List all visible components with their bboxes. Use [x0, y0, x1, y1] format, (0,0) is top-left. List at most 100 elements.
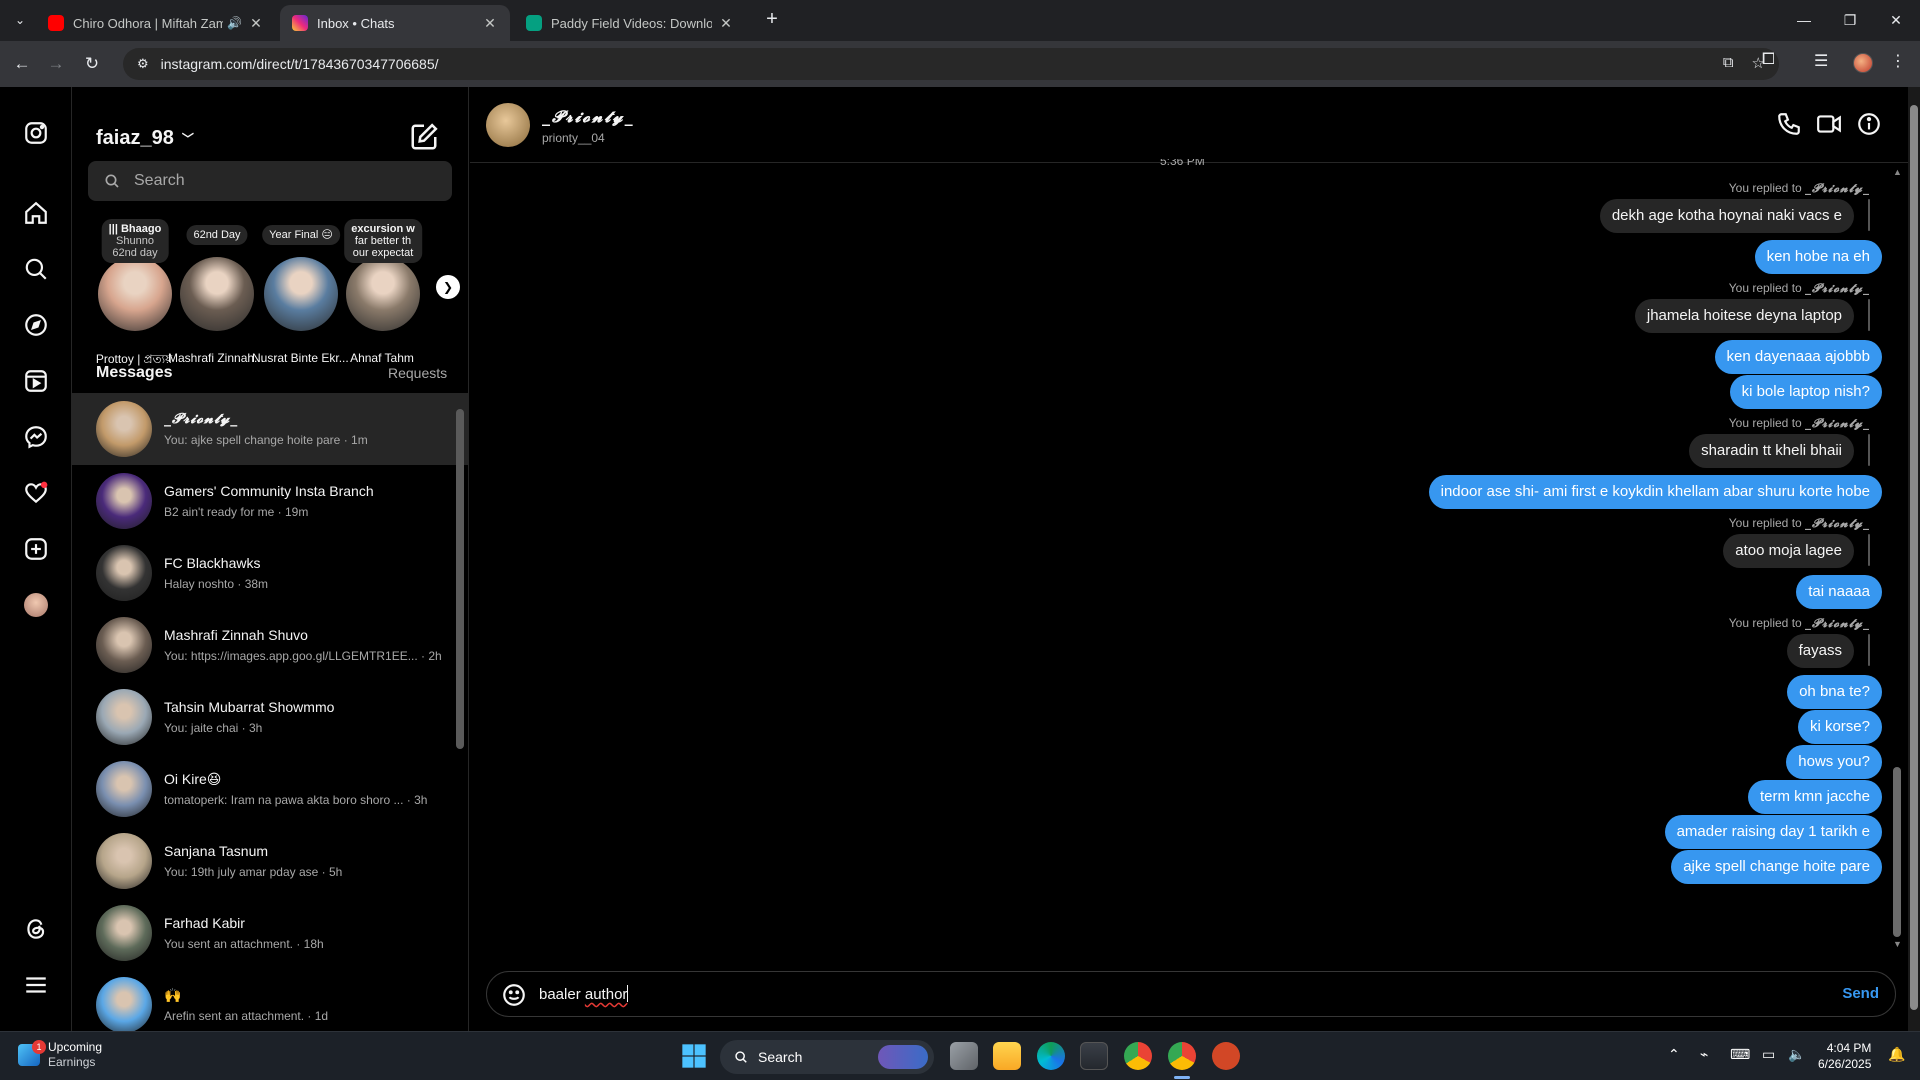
more-menu-icon[interactable] [20, 969, 52, 1001]
thread-row[interactable]: Farhad Kabir You sent an attachment. · 18… [72, 897, 468, 969]
search-input[interactable]: Search [88, 161, 452, 201]
threads-icon[interactable] [20, 913, 52, 945]
sent-message[interactable]: ajke spell change hoite pare [1671, 850, 1882, 884]
sent-message[interactable]: indoor ase shi- ami first e koykdin khel… [1428, 475, 1882, 509]
home-icon[interactable] [20, 197, 52, 229]
widgets-button[interactable]: 1 Upcoming Earnings [18, 1040, 102, 1070]
tab-instagram[interactable]: Inbox • Chats ✕ [280, 5, 510, 41]
chrome-profile-icon[interactable] [1168, 1042, 1196, 1070]
messenger-icon[interactable] [20, 421, 52, 453]
microsoft-store-icon[interactable] [1080, 1042, 1108, 1070]
scroll-up-icon[interactable]: ▲ [1893, 167, 1902, 177]
thread-row[interactable]: 🙌 Arefin sent an attachment. · 1d [72, 969, 468, 1031]
keyboard-icon[interactable]: ⌨ [1730, 1046, 1750, 1063]
notification-bell-icon[interactable]: 🔔 [1888, 1046, 1905, 1063]
new-tab-button[interactable]: + [758, 8, 786, 32]
thread-row[interactable]: Sanjana Tasnum You: 19th july amar pday a… [72, 825, 468, 897]
task-view-icon[interactable] [950, 1042, 978, 1070]
reels-icon[interactable] [20, 365, 52, 397]
voice-call-icon[interactable] [1776, 111, 1804, 139]
back-icon[interactable]: ← [8, 50, 36, 78]
note-avatar[interactable] [346, 257, 420, 331]
received-message[interactable]: dekh age kotha hoynai naki vacs e [1599, 199, 1854, 233]
create-plus-icon[interactable] [20, 533, 52, 565]
address-bar[interactable]: ⚙ instagram.com/direct/t/178436703477066… [123, 48, 1779, 80]
received-message[interactable]: sharadin tt kheli bhaii [1689, 434, 1854, 468]
sent-message[interactable]: amader raising day 1 tarikh e [1664, 815, 1882, 849]
thread-row[interactable]: _𝓟𝓻𝓲𝓸𝓷𝓽𝔂_ You: ajke spell change hoite pa… [72, 393, 468, 465]
contact-name[interactable]: _𝓟𝓻𝓲𝓸𝓷𝓽𝔂_ [542, 107, 635, 127]
media-control-icon[interactable]: ☰ [1814, 51, 1828, 71]
thread-list-scrollbar[interactable] [456, 409, 464, 749]
speaker-icon[interactable]: 🔊 [227, 16, 242, 30]
conversation-info-icon[interactable] [1856, 111, 1884, 139]
install-app-icon[interactable]: ⧉ [1723, 54, 1734, 72]
forward-icon[interactable]: → [42, 50, 70, 78]
minimize-icon[interactable]: — [1784, 6, 1824, 34]
chrome-icon[interactable] [1124, 1042, 1152, 1070]
display-icon[interactable]: ▭ [1762, 1046, 1775, 1063]
sent-message[interactable]: ki bole laptop nish? [1729, 375, 1882, 409]
powerpoint-icon[interactable] [1212, 1042, 1240, 1070]
profile-avatar-icon[interactable] [20, 589, 52, 621]
start-windows-icon[interactable] [680, 1042, 708, 1070]
reload-icon[interactable]: ↻ [78, 50, 106, 78]
edge-browser-icon[interactable] [1037, 1042, 1065, 1070]
message-input[interactable]: baaler author [539, 985, 629, 1003]
sent-message[interactable]: ken dayenaaa ajobbb [1714, 340, 1882, 374]
thread-row[interactable]: Tahsin Mubarrat Showmmo You: jaite chai ·… [72, 681, 468, 753]
thread-row[interactable]: Mashrafi Zinnah Shuvo You: https://images… [72, 609, 468, 681]
send-button[interactable]: Send [1842, 985, 1879, 1002]
extensions-icon[interactable]: ⧠ [1762, 51, 1775, 69]
new-message-icon[interactable] [409, 122, 441, 154]
network-off-icon[interactable]: ⌁ [1700, 1046, 1708, 1063]
thread-row[interactable]: Oi Kire😆 tomatoperk: Iram na pawa akta bo… [72, 753, 468, 825]
site-info-icon[interactable]: ⚙ [137, 56, 149, 72]
file-explorer-icon[interactable] [993, 1042, 1021, 1070]
notifications-heart-icon[interactable] [20, 477, 52, 509]
chevron-right-icon[interactable]: ❯ [436, 275, 460, 299]
video-call-icon[interactable] [1816, 111, 1844, 139]
tab-search-button[interactable]: ⌄ [8, 8, 32, 32]
sent-message[interactable]: term kmn jacche [1747, 780, 1882, 814]
close-tab-icon[interactable]: ✕ [248, 15, 264, 32]
sent-message[interactable]: ki korse? [1797, 710, 1882, 744]
sent-message[interactable]: ken hobe na eh [1754, 240, 1882, 274]
volume-icon[interactable]: 🔈 [1788, 1046, 1805, 1063]
sent-message[interactable]: tai naaaa [1796, 575, 1882, 609]
system-clock[interactable]: 4:04 PM 6/26/2025 [1818, 1040, 1871, 1072]
page-scrollbar[interactable] [1908, 87, 1920, 1031]
note-avatar[interactable] [180, 257, 254, 331]
url-text[interactable]: instagram.com/direct/t/17843670347706685… [161, 56, 439, 72]
requests-link[interactable]: Requests [388, 365, 447, 381]
chat-scrollbar[interactable] [1893, 767, 1901, 937]
taskbar-search[interactable]: Search [720, 1040, 934, 1074]
sent-message[interactable]: hows you? [1786, 745, 1882, 779]
tab-pexels[interactable]: Paddy Field Videos: Download 2 ✕ [514, 5, 746, 41]
tab-youtube[interactable]: Chiro Odhora | Miftah Zaman 🔊 ✕ [36, 5, 276, 41]
emoji-icon[interactable] [501, 982, 527, 1008]
browser-profile-avatar[interactable] [1853, 53, 1873, 73]
page-scrollbar-thumb[interactable] [1910, 105, 1918, 1010]
explore-compass-icon[interactable] [20, 309, 52, 341]
account-switcher[interactable]: faiaz_98 ﹀ [96, 127, 194, 150]
contact-avatar[interactable] [486, 103, 530, 147]
message-composer[interactable]: baaler author Send [486, 971, 1896, 1017]
restore-icon[interactable]: ❐ [1830, 6, 1870, 34]
search-icon[interactable] [20, 253, 52, 285]
sent-message[interactable]: oh bna te? [1787, 675, 1882, 709]
received-message[interactable]: fayass [1786, 634, 1854, 668]
thread-row[interactable]: Gamers' Community Insta Branch B2 ain't r… [72, 465, 468, 537]
instagram-logo-icon[interactable] [20, 117, 52, 149]
browser-menu-icon[interactable]: ⋮ [1890, 51, 1906, 71]
scroll-down-icon[interactable]: ▼ [1893, 939, 1902, 949]
note-avatar[interactable] [98, 257, 172, 331]
thread-row[interactable]: FC Blackhawks Halay noshto · 38m [72, 537, 468, 609]
note-avatar[interactable] [264, 257, 338, 331]
received-message[interactable]: jhamela hoitese deyna laptop [1634, 299, 1854, 333]
close-tab-icon[interactable]: ✕ [718, 15, 734, 32]
received-message[interactable]: atoo moja lagee [1723, 534, 1854, 568]
close-tab-icon[interactable]: ✕ [482, 15, 498, 32]
show-hidden-icons-icon[interactable]: ⌃ [1668, 1046, 1680, 1063]
close-window-icon[interactable]: ✕ [1876, 6, 1916, 34]
